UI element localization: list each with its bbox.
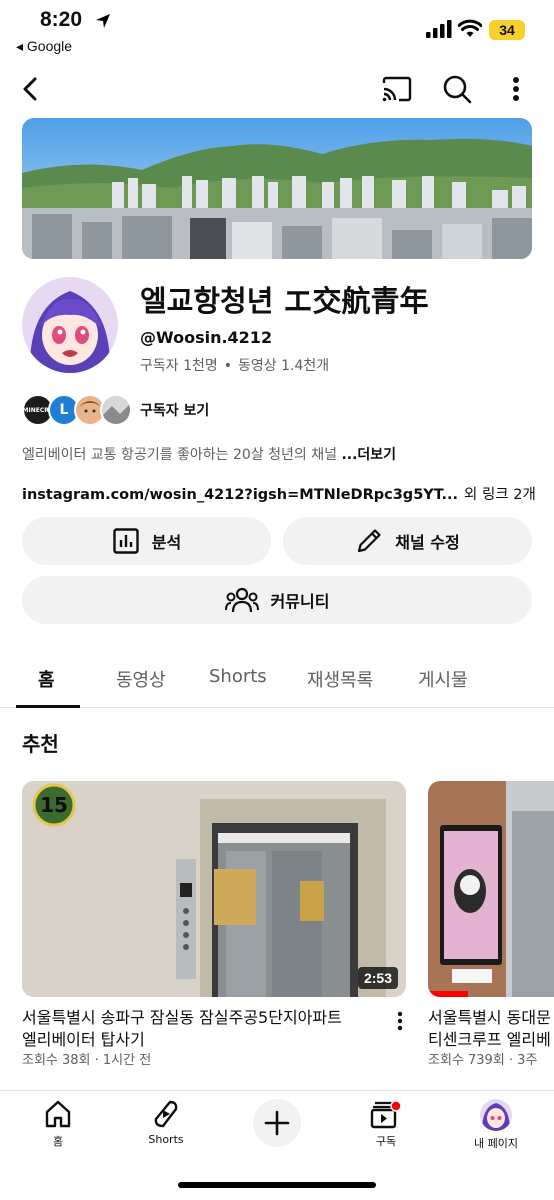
video-title-line: 티센크루프 엘리베 [428, 1030, 551, 1049]
channel-links[interactable]: instagram.com/wosin_4212?igsh=MTNleDRpc3… [22, 483, 536, 504]
more-options-button[interactable] [499, 72, 533, 106]
nav-shorts-label: Shorts [148, 1133, 184, 1146]
video-title-line: 서울특별시 동대문 [428, 1008, 551, 1027]
tab-shorts[interactable]: Shorts [209, 666, 267, 687]
create-button[interactable] [232, 1099, 322, 1147]
community-people-icon [224, 587, 259, 613]
nav-subscriptions-label: 구독 [375, 1135, 397, 1148]
top-app-bar [0, 66, 554, 112]
back-button[interactable] [14, 72, 48, 106]
tab-posts[interactable]: 게시물 [418, 666, 468, 692]
anime-avatar-image [22, 277, 118, 373]
instagram-link[interactable]: instagram.com/wosin_4212?igsh=MTNleDRpc3… [22, 487, 458, 503]
location-arrow-icon [96, 14, 110, 28]
nav-home-label: 홈 [52, 1135, 64, 1148]
nav-you[interactable]: 내 페이지 [451, 1099, 541, 1151]
description-text: 엘리베이터 교통 항공기를 좋아하는 20살 청년의 채널 [22, 447, 337, 463]
back-to-app-link[interactable]: ◂ Google [16, 38, 72, 55]
video-title[interactable]: 서울특별시 송파구 잠실동 잠실주공5단지아파트 엘리베이터 탑사기 [22, 1007, 382, 1051]
elevator-thumbnail-image [22, 781, 406, 997]
channel-avatar[interactable] [22, 277, 118, 373]
subscriptions-icon [370, 1100, 402, 1129]
home-indicator [178, 1182, 376, 1188]
video-thumbnail[interactable] [428, 781, 554, 997]
floor-number-sign: 15 [40, 793, 68, 817]
other-links-count[interactable]: 외 링크 2개 [464, 487, 536, 503]
view-subscribers-link[interactable]: 구독자 보기 [140, 400, 209, 420]
community-button[interactable]: 커뮤니티 [22, 576, 532, 624]
cast-icon [382, 76, 412, 102]
edit-channel-button[interactable]: 채널 수정 [283, 517, 532, 565]
wifi-icon [458, 19, 482, 37]
tab-playlists[interactable]: 재생목록 [307, 666, 373, 692]
battery-indicator: 34 [489, 20, 525, 40]
video-count: 동영상 1.4천개 [238, 358, 330, 374]
tab-videos[interactable]: 동영상 [116, 666, 166, 692]
channel-banner [22, 118, 532, 259]
cast-button[interactable] [380, 72, 414, 106]
home-icon [45, 1100, 71, 1128]
search-button[interactable] [440, 72, 474, 106]
analytics-button[interactable]: 분석 [22, 517, 271, 565]
edit-channel-label: 채널 수정 [395, 533, 460, 552]
video-meta: 조회수 739회 · 3주 [428, 1053, 538, 1068]
nav-subscriptions[interactable]: 구독 [341, 1099, 431, 1149]
profile-avatar-image [480, 1099, 512, 1131]
nav-shorts[interactable]: Shorts [121, 1099, 211, 1146]
landscape-avatar-image [102, 396, 130, 424]
community-label: 커뮤니티 [270, 592, 330, 611]
video-more-icon[interactable] [392, 1010, 408, 1032]
more-vertical-icon [513, 77, 519, 101]
video-thumbnail[interactable]: 15 2:53 [22, 781, 406, 997]
video-meta: 조회수 38회 · 1시간 전 [22, 1053, 152, 1068]
subscriber-avatar [100, 394, 132, 426]
lobby-thumbnail-image [428, 781, 554, 997]
video-title-line: 엘리베이터 탑사기 [22, 1030, 145, 1049]
nav-you-label: 내 페이지 [474, 1137, 518, 1150]
search-icon [443, 75, 472, 104]
meta-separator: • [223, 358, 233, 374]
shorts-icon [154, 1100, 178, 1128]
pencil-icon [358, 529, 381, 553]
channel-handle: @Woosin.4212 [140, 328, 273, 347]
section-title: 추천 [22, 732, 59, 756]
analytics-label: 분석 [151, 533, 182, 552]
more-link[interactable]: ...더보기 [341, 447, 396, 463]
profile-avatar [480, 1099, 512, 1131]
status-bar: 8:20 ◂ Google 34 [0, 0, 554, 60]
nav-home[interactable]: 홈 [13, 1099, 103, 1149]
channel-tabs: 홈 동영상 Shorts 재생목록 게시물 [0, 650, 554, 708]
analytics-icon [113, 528, 139, 554]
channel-stats: 구독자 1천명 • 동영상 1.4천개 [140, 355, 329, 375]
video-title[interactable]: 서울특별시 동대문 티센크루프 엘리베 [428, 1007, 554, 1051]
status-time: 8:20 [40, 8, 83, 31]
banner-city-image [22, 118, 532, 259]
subscriber-count: 구독자 1천명 [140, 358, 218, 374]
back-arrow-icon [23, 77, 37, 101]
cellular-signal-icon [426, 20, 452, 38]
tab-home[interactable]: 홈 [38, 666, 55, 692]
active-tab-indicator [16, 705, 80, 708]
channel-description[interactable]: 엘리베이터 교통 항공기를 좋아하는 20살 청년의 채널 ...더보기 [22, 444, 396, 464]
video-title-line: 서울특별시 송파구 잠실동 잠실주공5단지아파트 [22, 1008, 342, 1027]
video-duration: 2:53 [357, 967, 398, 989]
create-circle [253, 1099, 301, 1147]
channel-name: 엘교항청년 エ交航青年 [140, 284, 429, 318]
plus-icon [264, 1110, 290, 1136]
